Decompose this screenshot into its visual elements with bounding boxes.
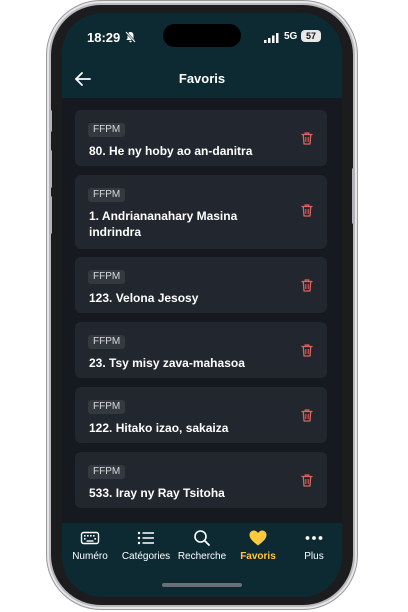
- favorite-item[interactable]: FFPM 23. Tsy misy zava-mahasoa: [75, 322, 327, 378]
- trash-icon[interactable]: [301, 204, 313, 217]
- hymnal-badge: FFPM: [88, 123, 126, 137]
- search-icon: [194, 530, 210, 546]
- trash-icon[interactable]: [301, 344, 313, 357]
- list-icon: [137, 531, 154, 545]
- network-type: 5G: [284, 31, 298, 42]
- favorites-list: FFPM 80. He ny hoby ao an-danitra FFPM 1…: [62, 98, 342, 523]
- silent-switch: [49, 110, 52, 132]
- favorite-item[interactable]: FFPM 533. Iray ny Ray Tsitoha: [75, 452, 327, 508]
- status-time: 18:29: [87, 30, 121, 45]
- hymnal-badge: FFPM: [88, 335, 126, 349]
- volume-up-button: [49, 150, 52, 188]
- favorite-title: 1. Andriananahary Masina indrindra: [89, 209, 238, 239]
- favorite-title: 23. Tsy misy zava-mahasoa: [89, 356, 245, 370]
- favorite-item[interactable]: FFPM 80. He ny hoby ao an-danitra: [75, 110, 327, 166]
- heart-icon: [249, 530, 267, 546]
- tab-categories[interactable]: Catégories: [118, 529, 174, 569]
- volume-down-button: [49, 196, 52, 234]
- favorite-title: 122. Hitako izao, sakaiza: [89, 421, 229, 435]
- power-button: [352, 168, 355, 224]
- home-indicator[interactable]: [162, 583, 242, 587]
- favorite-title: 123. Velona Jesosy: [89, 291, 199, 305]
- hymnal-badge: FFPM: [88, 188, 126, 202]
- dynamic-island: [163, 24, 241, 47]
- tab-favoris[interactable]: Favoris: [230, 529, 286, 569]
- keyboard-icon: [80, 531, 100, 545]
- trash-icon[interactable]: [301, 279, 313, 292]
- tab-label: Numéro: [72, 551, 108, 562]
- hymnal-badge: FFPM: [88, 465, 126, 479]
- favorite-item[interactable]: FFPM 1. Andriananahary Masina indrindra: [75, 175, 327, 249]
- app-bar: Favoris: [62, 61, 342, 98]
- hymnal-badge: FFPM: [88, 400, 126, 414]
- tab-label: Plus: [304, 551, 324, 562]
- signal-icon: [264, 33, 279, 43]
- favorite-title: 533. Iray ny Ray Tsitoha: [89, 486, 225, 500]
- more-icon: [305, 536, 323, 540]
- tab-plus[interactable]: Plus: [286, 529, 342, 569]
- tab-recherche[interactable]: Recherche: [174, 529, 230, 569]
- bell-muted-icon: [125, 31, 136, 43]
- tab-label: Catégories: [121, 551, 171, 562]
- trash-icon[interactable]: [301, 132, 313, 145]
- favorite-item[interactable]: FFPM 122. Hitako izao, sakaiza: [75, 387, 327, 443]
- tab-label: Favoris: [240, 551, 276, 562]
- trash-icon[interactable]: [301, 409, 313, 422]
- tab-numero[interactable]: Numéro: [62, 529, 118, 569]
- hymnal-badge: FFPM: [88, 270, 126, 284]
- favorite-item[interactable]: FFPM 123. Velona Jesosy: [75, 257, 327, 313]
- screen: 18:29 5G 57 Favoris FFPM 80. He ny hoby …: [62, 13, 342, 597]
- page-title: Favoris: [178, 71, 226, 86]
- favorite-title: 80. He ny hoby ao an-danitra: [89, 144, 253, 158]
- battery-indicator: 57: [301, 30, 321, 42]
- status-bar: 18:29 5G 57: [62, 13, 342, 61]
- trash-icon[interactable]: [301, 474, 313, 487]
- tab-label: Recherche: [177, 551, 227, 562]
